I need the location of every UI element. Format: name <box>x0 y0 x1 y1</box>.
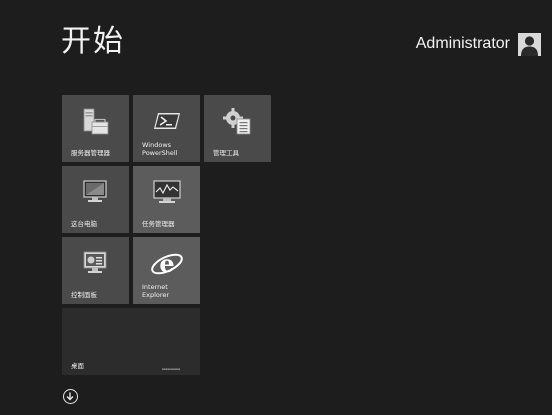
task-manager-icon <box>149 176 185 210</box>
start-screen: 开始 Administrator 服务器管理器 Windows PowerShe… <box>0 0 552 415</box>
tile-label: Internet Explorer <box>142 283 170 299</box>
internet-explorer-icon: e <box>149 247 185 281</box>
down-arrow-icon[interactable] <box>63 389 78 404</box>
tile-label: Windows PowerShell <box>142 141 178 157</box>
tile-label: 这台电脑 <box>71 219 97 228</box>
admin-tools-icon <box>220 105 256 139</box>
desktop-icon: ▪▪▪▪▪▪▪▪▪ <box>161 367 180 371</box>
user-icon[interactable] <box>518 32 541 56</box>
computer-icon <box>78 176 114 210</box>
tile-label: 任务管理器 <box>142 219 175 228</box>
svg-text:e: e <box>159 249 174 278</box>
tile-this-pc[interactable]: 这台电脑 <box>62 166 129 233</box>
tile-internet-explorer[interactable]: e Internet Explorer <box>133 237 200 304</box>
tile-task-manager[interactable]: 任务管理器 <box>133 166 200 233</box>
server-manager-icon <box>78 105 114 139</box>
tile-label: 管理工具 <box>213 148 239 157</box>
tile-label: 服务器管理器 <box>71 148 110 157</box>
start-title: 开始 <box>61 24 125 59</box>
tile-label: 控制面板 <box>71 290 97 299</box>
tile-control-panel[interactable]: 控制面板 <box>62 237 129 304</box>
tile-powershell[interactable]: Windows PowerShell <box>133 95 200 162</box>
user-account[interactable]: Administrator <box>416 31 541 57</box>
tile-server-manager[interactable]: 服务器管理器 <box>62 95 129 162</box>
tile-desktop[interactable]: 桌面 ▪▪▪▪▪▪▪▪▪ <box>62 308 200 375</box>
tile-admin-tools[interactable]: 管理工具 <box>204 95 271 162</box>
user-name[interactable]: Administrator <box>416 35 510 53</box>
powershell-icon <box>149 105 185 139</box>
control-panel-icon <box>78 247 114 281</box>
